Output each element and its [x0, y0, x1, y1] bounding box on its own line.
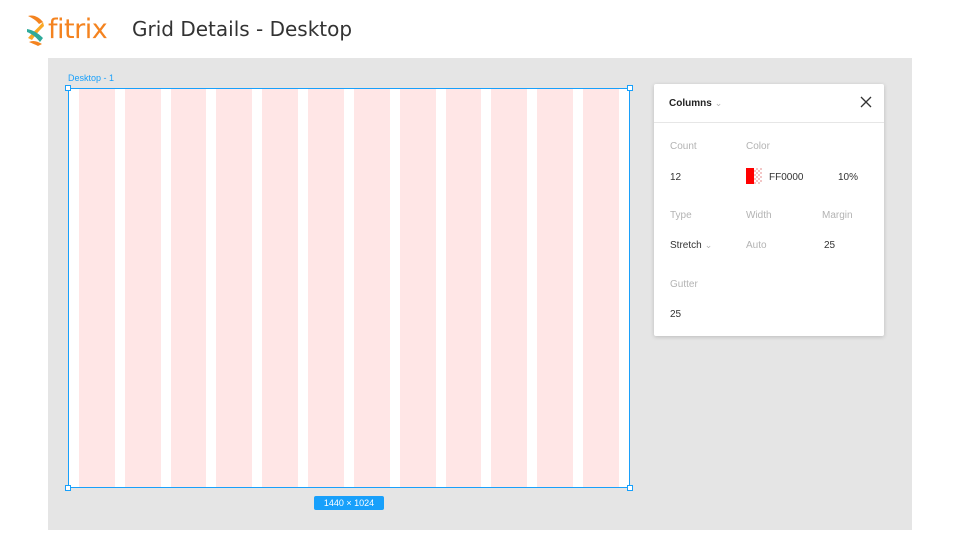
- swatch-solid: [746, 168, 754, 184]
- app-header: fitrix Grid Details - Desktop: [0, 0, 960, 56]
- logo-mark-icon: [27, 15, 44, 46]
- grid-column: [537, 89, 574, 487]
- grid-column: [170, 89, 207, 487]
- color-swatch[interactable]: [746, 168, 762, 184]
- grid-column: [491, 89, 528, 487]
- gutter-field[interactable]: 25: [670, 309, 681, 320]
- type-dropdown[interactable]: Stretch ⌄: [670, 240, 712, 251]
- grid-type-dropdown[interactable]: Columns ⌄: [669, 98, 722, 109]
- logo-text: fitrix: [48, 13, 108, 45]
- layout-grid-panel: Columns ⌄ Count Color 12 FF0000 10% Type …: [654, 84, 884, 336]
- panel-header: Columns ⌄: [654, 84, 884, 123]
- grid-column: [583, 89, 619, 487]
- swatch-transparency: [754, 168, 762, 184]
- type-value: Stretch: [670, 240, 702, 251]
- grid-column: [353, 89, 390, 487]
- close-icon[interactable]: [859, 95, 873, 109]
- resize-handle-top-left[interactable]: [65, 85, 71, 91]
- width-label: Width: [746, 210, 772, 221]
- frame-size-badge: 1440 × 1024: [314, 496, 384, 510]
- grid-type-label: Columns: [669, 98, 712, 109]
- grid-column: [124, 89, 161, 487]
- desktop-frame[interactable]: [68, 88, 630, 488]
- margin-label: Margin: [822, 210, 853, 221]
- fitrix-logo: fitrix: [24, 9, 108, 49]
- type-label: Type: [670, 210, 692, 221]
- width-field[interactable]: Auto: [746, 240, 767, 251]
- layout-grid-columns: [79, 89, 619, 487]
- grid-column: [445, 89, 482, 487]
- color-label: Color: [746, 141, 770, 152]
- margin-field[interactable]: 25: [824, 240, 835, 251]
- page-title: Grid Details - Desktop: [132, 17, 353, 41]
- grid-column: [216, 89, 253, 487]
- resize-handle-bottom-left[interactable]: [65, 485, 71, 491]
- color-opacity-field[interactable]: 10%: [838, 172, 858, 183]
- resize-handle-bottom-right[interactable]: [627, 485, 633, 491]
- count-field[interactable]: 12: [670, 172, 681, 183]
- grid-column: [262, 89, 299, 487]
- count-label: Count: [670, 141, 697, 152]
- chevron-down-icon: ⌄: [714, 98, 723, 108]
- frame-label[interactable]: Desktop - 1: [68, 74, 114, 83]
- grid-column: [79, 89, 115, 487]
- color-hex-field[interactable]: FF0000: [769, 172, 803, 183]
- resize-handle-top-right[interactable]: [627, 85, 633, 91]
- gutter-label: Gutter: [670, 279, 698, 290]
- chevron-down-icon: ⌄: [704, 240, 713, 250]
- grid-column: [308, 89, 344, 487]
- grid-column: [399, 89, 436, 487]
